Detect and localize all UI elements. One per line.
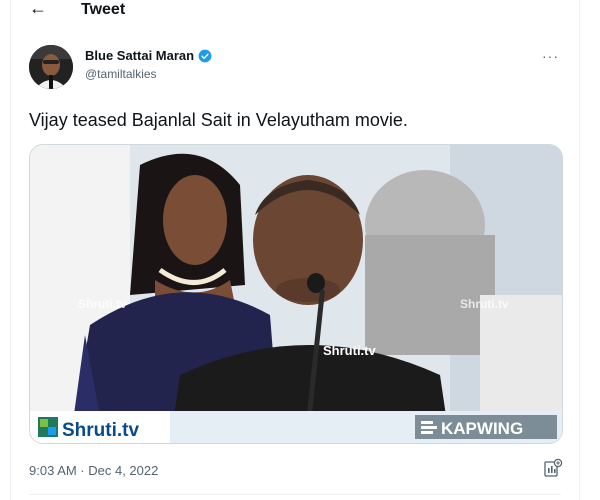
watermark-text: Shruti.tv [323,343,376,358]
watermark-text: Shruti.tv [78,297,127,311]
shruti-logo-text: Shruti.tv [62,420,139,441]
author-info: Blue Sattai Maran @tamiltalkies [85,48,212,81]
tweet-media[interactable]: Shruti.tv Shruti.tv Shruti.tv Shruti.tv … [29,144,563,444]
page-title: Tweet [81,1,126,18]
avatar[interactable] [29,45,73,89]
more-options-icon[interactable]: ··· [542,48,559,64]
page-header: ← Tweet [11,0,579,22]
author-name[interactable]: Blue Sattai Maran [85,48,194,63]
kapwing-logo: KAPWING [415,415,557,439]
avatar-image [29,45,73,89]
author-handle[interactable]: @tamiltalkies [85,67,212,81]
tweet-text: Vijay teased Bajanlal Sait in Velayutham… [29,110,408,130]
watermark-text: Shruti.tv [460,297,509,311]
divider [29,494,561,495]
arrow-left-icon[interactable]: ← [29,0,47,19]
verified-badge-icon [198,49,212,62]
video-frame: Shruti.tv Shruti.tv Shruti.tv Shruti.tv … [30,145,562,443]
analytics-icon[interactable] [543,458,563,478]
tweet-timestamp[interactable]: 9:03 AM · Dec 4, 2022 [29,463,158,478]
kapwing-logo-text: KAPWING [441,419,523,438]
tweet-page: ← Tweet Blue Sattai Maran @tamiltalkies … [10,0,580,500]
